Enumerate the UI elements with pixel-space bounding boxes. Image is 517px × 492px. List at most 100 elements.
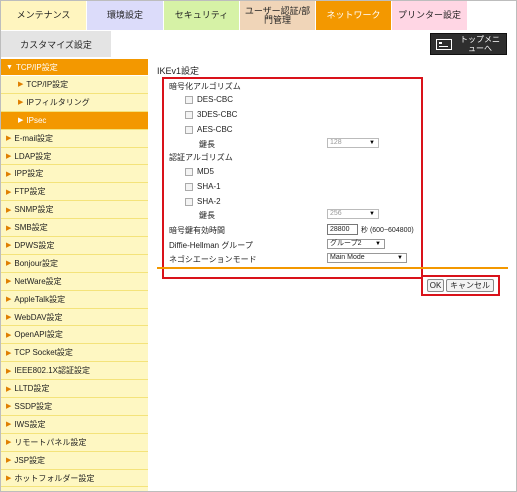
tab-maintenance[interactable]: メンテナンス	[1, 1, 87, 30]
tab-security[interactable]: セキュリティ	[164, 1, 240, 30]
option-label: SHA-2	[197, 197, 221, 206]
chevron-down-icon: ▼	[369, 140, 375, 146]
select-value: Main Mode	[330, 254, 365, 261]
sidebar-item-label: LLTD設定	[14, 384, 50, 394]
sidebar-item[interactable]: ▶ SNMP設定	[1, 201, 148, 220]
auth-label: 認証アルゴリズム	[169, 153, 233, 162]
sidebar-item[interactable]: ▶ TCP Socket設定	[1, 344, 148, 363]
option-label: 3DES-CBC	[197, 110, 238, 119]
option-label: MD5	[197, 167, 214, 176]
triangle-right-icon: ▶	[6, 153, 12, 160]
checkbox[interactable]	[185, 110, 193, 119]
sidebar-subitem-ip-filtering[interactable]: ▶ IPフィルタリング	[1, 94, 148, 112]
tab-customize[interactable]: カスタマイズ設定	[1, 30, 111, 57]
sidebar-item-label: LDAP設定	[14, 151, 52, 161]
sidebar-item[interactable]: ▶ Bonjour設定	[1, 255, 148, 273]
triangle-right-icon: ▶	[6, 135, 12, 143]
triangle-right-icon: ▶	[6, 296, 12, 304]
sidebar-item-label: AppleTalk設定	[14, 294, 66, 304]
sidebar-item[interactable]: ▶ LLTD設定	[1, 380, 148, 399]
sidebar-item-label: WebDAV設定	[14, 312, 63, 322]
select-value: 256	[330, 210, 342, 217]
top-menu-button[interactable]: トップメニューへ	[430, 33, 507, 55]
triangle-right-icon: ▶	[6, 188, 12, 196]
tab-environment[interactable]: 環境設定	[87, 1, 164, 30]
ok-button[interactable]: OK	[427, 279, 444, 292]
sidebar-item-label: E-mail設定	[14, 133, 54, 143]
enc-option-des[interactable]: DES-CBC	[185, 95, 233, 104]
auth-option-sha2[interactable]: SHA-2	[185, 197, 221, 206]
dh-group-select[interactable]: グループ2 ▼	[327, 239, 385, 249]
sidebar-subitem-tcpip-settings[interactable]: ▶ TCP/IP設定	[1, 76, 148, 94]
sidebar-item[interactable]: ▶ AppleTalk設定	[1, 291, 148, 309]
sidebar-item[interactable]: ▶ WebDAV設定	[1, 309, 148, 327]
sidebar-item[interactable]: ▶ E-mail設定	[1, 130, 148, 148]
option-label: AES-CBC	[197, 125, 233, 134]
sidebar-subitem-ipsec[interactable]: ▶ IPsec	[1, 111, 148, 130]
sidebar-item[interactable]: ▶ SMB設定	[1, 219, 148, 238]
tab-user-auth[interactable]: ユーザー認証/部門管理	[240, 1, 316, 30]
enc-option-aes[interactable]: AES-CBC	[185, 125, 233, 134]
sidebar-item[interactable]: ▶ NetWare設定	[1, 273, 148, 291]
sidebar-item-label: IEEE802.1X認証設定	[14, 366, 90, 376]
sidebar-item-tcpip[interactable]: ▼ TCP/IP設定	[1, 59, 148, 76]
triangle-right-icon: ▶	[6, 367, 12, 375]
triangle-right-icon: ▶	[6, 206, 12, 214]
sidebar-item[interactable]: ▶ JSP設定	[1, 452, 148, 470]
enc-option-3des[interactable]: 3DES-CBC	[185, 110, 237, 119]
triangle-right-icon: ▶	[6, 403, 12, 411]
sidebar-item-label: NetWare設定	[14, 276, 62, 286]
sidebar-item[interactable]: ▶ IEEE802.1X認証設定	[1, 362, 148, 381]
sidebar-item[interactable]: ▶ IWS設定	[1, 416, 148, 434]
triangle-right-icon: ▶	[6, 385, 12, 393]
sidebar-item-label: IPフィルタリング	[26, 97, 90, 107]
triangle-right-icon: ▶	[6, 331, 12, 339]
chevron-down-icon: ▼	[397, 255, 403, 261]
cancel-button[interactable]: キャンセル	[446, 279, 494, 292]
tab-label: ユーザー認証/部門管理	[244, 5, 311, 25]
sidebar-item[interactable]: ▶ ホットフォルダー設定	[1, 470, 148, 488]
triangle-right-icon: ▶	[6, 421, 12, 429]
sidebar-item[interactable]: ▶ IPP設定	[1, 165, 148, 184]
triangle-right-icon: ▶	[18, 99, 24, 107]
lifetime-input[interactable]: 28800	[327, 224, 358, 235]
tab-network[interactable]: ネットワーク	[316, 1, 392, 30]
sidebar-item-label: SMB設定	[14, 223, 48, 233]
sidebar-item-label: SNMP設定	[14, 205, 54, 215]
sidebar-item-label: TCP/IP設定	[15, 62, 58, 72]
checkbox[interactable]	[185, 125, 193, 134]
sidebar-item[interactable]: ▶ FTP設定	[1, 183, 148, 202]
negotiation-select[interactable]: Main Mode ▼	[327, 253, 407, 263]
triangle-right-icon: ▶	[6, 278, 12, 286]
sidebar-item[interactable]: ▶ DPWS設定	[1, 237, 148, 255]
tab-label: 環境設定	[106, 10, 143, 20]
checkbox[interactable]	[185, 167, 193, 176]
top-menu-label: トップメニューへ	[460, 35, 500, 53]
sidebar-item[interactable]: ▶ OpenAPI設定	[1, 326, 148, 345]
menu-icon	[436, 38, 452, 50]
triangle-right-icon: ▶	[6, 457, 12, 465]
triangle-right-icon: ▶	[6, 475, 12, 483]
auth-option-md5[interactable]: MD5	[185, 167, 214, 176]
triangle-right-icon: ▶	[6, 260, 12, 268]
triangle-right-icon: ▶	[6, 170, 12, 178]
sidebar-item[interactable]: ▶ リモートパネル設定	[1, 434, 148, 452]
sidebar-item-label: FTP設定	[14, 187, 46, 197]
sidebar-item[interactable]: ▶ SSDP設定	[1, 398, 148, 416]
sidebar-item-label: Bonjour設定	[14, 258, 58, 268]
auth-keylen-select[interactable]: 256 ▼	[327, 209, 379, 219]
auth-option-sha1[interactable]: SHA-1	[185, 182, 221, 191]
tab-label: ネットワーク	[326, 10, 381, 20]
checkbox[interactable]	[185, 95, 193, 104]
checkbox[interactable]	[185, 197, 193, 206]
lifetime-label: 暗号鍵有効時間	[169, 226, 225, 235]
sidebar-item-label: IPP設定	[14, 169, 44, 179]
sidebar-item-label: DPWS設定	[14, 240, 55, 250]
triangle-right-icon: ▶	[6, 349, 12, 357]
enc-keylen-select[interactable]: 128 ▼	[327, 138, 379, 148]
negotiation-label: ネゴシエーションモード	[169, 255, 257, 264]
tab-printer[interactable]: プリンター設定	[392, 1, 468, 30]
checkbox[interactable]	[185, 182, 193, 191]
auth-keylen-label: 鍵長	[199, 211, 215, 220]
sidebar-item[interactable]: ▶ LDAP設定	[1, 148, 148, 166]
